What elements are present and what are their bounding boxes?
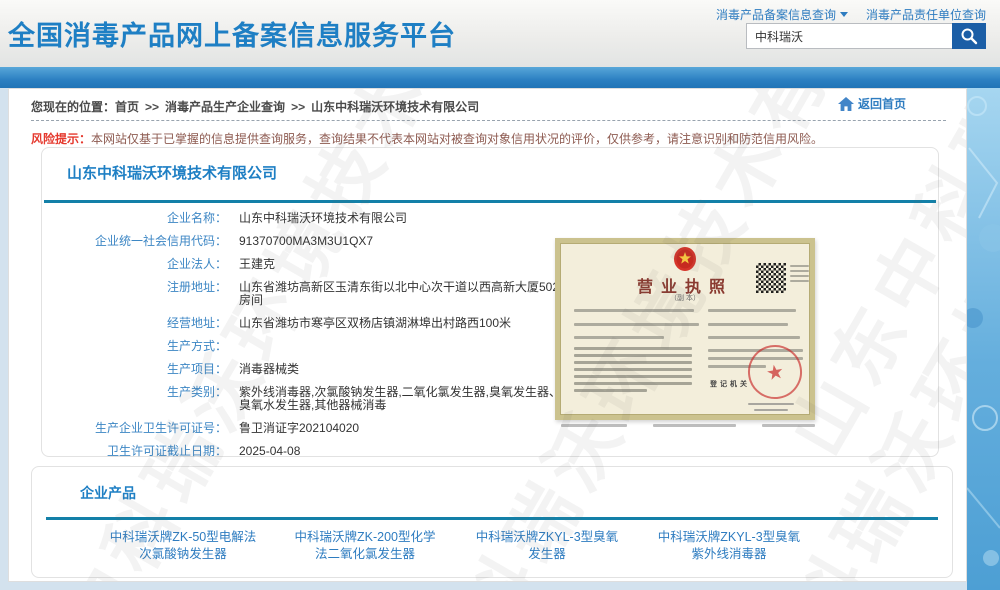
field-label: 经营地址： [42,317,227,330]
decorative-molecule-strip [967,88,1000,590]
product-links-list: 中科瑞沃牌ZK-50型电解法次氯酸钠发生器中科瑞沃牌ZK-200型化学法二氧化氯… [107,529,805,563]
field-label: 生产类别： [42,386,227,412]
company-info-list: 企业名称： 山东中科瑞沃环境技术有限公司企业统一社会信用代码： 91370700MA… [42,212,562,468]
info-row: 经营地址： 山东省潍坊市寒亭区双杨店镇湖淋埠出村路西100米 [42,317,562,330]
field-label: 注册地址： [42,281,227,307]
license-date-line [754,409,788,411]
info-row: 生产方式： [42,340,562,353]
field-value: 山东中科瑞沃环境技术有限公司 [239,212,407,225]
main-content: 山东中科瑞沃环境技术有限公司 山东中科瑞沃环境技术有限公司 山东中科瑞沃环境技术… [8,88,967,582]
license-text-line [574,309,694,312]
field-value: 91370700MA3M3U1QX7 [239,235,373,248]
breadcrumb-separator: >> [145,100,159,114]
product-link[interactable]: 中科瑞沃牌ZK-50型电解法次氯酸钠发生器 [107,529,259,563]
field-value: 王建克 [239,258,275,271]
license-text-line [708,309,796,312]
breadcrumb-separator: >> [291,100,305,114]
field-label: 企业统一社会信用代码： [42,235,227,248]
qr-code [756,263,786,293]
field-label: 企业法人： [42,258,227,271]
nav-record-info-query-label: 消毒产品备案信息查询 [716,6,836,23]
info-row: 企业法人： 王建克 [42,258,562,271]
breadcrumb: 您现在的位置：首页 >> 消毒产品生产企业查询 >> 山东中科瑞沃环境技术有限公司 [31,98,479,115]
breadcrumb-item[interactable]: 消毒产品生产企业查询 [165,100,285,114]
license-text-line [574,336,664,339]
products-section-title: 企业产品 [80,483,136,503]
license-authority-label: 登记机关 [710,379,750,389]
field-label: 卫生许可证截止日期： [42,445,227,458]
header-blue-band [0,67,1000,88]
info-row: 注册地址： 山东省潍坊高新区玉清东街以北中心次干道以西高新大厦502房间 [42,281,562,307]
field-label: 生产项目： [42,363,227,376]
product-link[interactable]: 中科瑞沃牌ZKYL-3型臭氧发生器 [471,529,623,563]
nav-responsible-unit-query[interactable]: 消毒产品责任单位查询 [866,6,986,23]
return-home-label: 返回首页 [858,95,906,112]
company-name-title: 山东中科瑞沃环境技术有限公司 [67,162,277,183]
license-date-line [748,403,794,405]
license-qr-caption-lines [790,265,809,285]
search-bar [746,23,986,49]
business-license: 营业执照 （副 本） [555,238,815,420]
risk-notice: 风险提示：本网站仅基于已掌握的信息提供查询服务，查询结果不代表本网站对被查询对象… [31,130,823,147]
breadcrumb-item: 山东中科瑞沃环境技术有限公司 [311,100,479,114]
info-row: 生产项目： 消毒器械类 [42,363,562,376]
license-caption-lines [555,424,815,427]
field-value: 山东省潍坊高新区玉清东街以北中心次干道以西高新大厦502房间 [239,281,562,307]
site-header: 全国消毒产品网上备案信息服务平台 消毒产品备案信息查询 消毒产品责任单位查询 [0,0,1000,67]
field-label: 生产方式： [42,340,227,353]
risk-notice-text: 本网站仅基于已掌握的信息提供查询服务，查询结果不代表本网站对被查询对象信用状况的… [91,132,823,146]
breadcrumb-prefix: 您现在的位置： [31,100,115,114]
search-icon [960,27,978,45]
field-value: 消毒器械类 [239,363,299,376]
field-label: 企业名称： [42,212,227,225]
site-title: 全国消毒产品网上备案信息服务平台 [8,14,456,53]
products-card: 企业产品 中科瑞沃牌ZK-50型电解法次氯酸钠发生器中科瑞沃牌ZK-200型化学… [31,466,953,578]
license-scope-paragraph [574,347,692,396]
field-value: 鲁卫消证字202104020 [239,422,359,435]
info-row: 卫生许可证截止日期： 2025-04-08 [42,445,562,458]
info-row: 生产企业卫生许可证号： 鲁卫消证字202104020 [42,422,562,435]
business-license-image: 营业执照 （副 本） [555,238,815,427]
company-info-card: 山东中科瑞沃环境技术有限公司 企业名称：山东中科瑞沃环境技术有限公司企业统一社会… [41,147,939,457]
search-button[interactable] [952,23,986,49]
divider-teal [44,200,936,203]
info-row: 生产类别： 紫外线消毒器,次氯酸钠发生器,二氧化氯发生器,臭氧发生器、臭氧水发生器… [42,386,562,412]
field-label: 生产企业卫生许可证号： [42,422,227,435]
license-subtitle: （副 本） [560,293,810,303]
license-text-line [708,336,800,339]
nav-record-info-query[interactable]: 消毒产品备案信息查询 [716,6,848,23]
return-home-link[interactable]: 返回首页 [838,95,906,112]
license-text-line [708,323,788,326]
info-row: 企业统一社会信用代码： 91370700MA3M3U1QX7 [42,235,562,248]
product-link[interactable]: 中科瑞沃牌ZKYL-3型臭氧紫外线消毒器 [653,529,805,563]
home-icon [838,97,854,111]
field-value: 2025-04-08 [239,445,300,458]
license-text-line [574,323,699,326]
page: 全国消毒产品网上备案信息服务平台 消毒产品备案信息查询 消毒产品责任单位查询 [0,0,1000,590]
chevron-down-icon [840,12,848,17]
field-value: 紫外线消毒器,次氯酸钠发生器,二氧化氯发生器,臭氧发生器、臭氧水发生器,其他器械… [239,386,562,412]
product-link[interactable]: 中科瑞沃牌ZK-200型化学法二氧化氯发生器 [289,529,441,563]
top-nav: 消毒产品备案信息查询 消毒产品责任单位查询 [716,6,986,23]
divider-teal [46,517,938,520]
breadcrumb-item[interactable]: 首页 [115,100,139,114]
search-input[interactable] [746,23,952,49]
nav-responsible-unit-query-label: 消毒产品责任单位查询 [866,6,986,23]
info-row: 企业名称： 山东中科瑞沃环境技术有限公司 [42,212,562,225]
divider-dashed [31,120,946,121]
field-value: 山东省潍坊市寒亭区双杨店镇湖淋埠出村路西100米 [239,317,511,330]
risk-notice-label: 风险提示： [31,132,91,146]
